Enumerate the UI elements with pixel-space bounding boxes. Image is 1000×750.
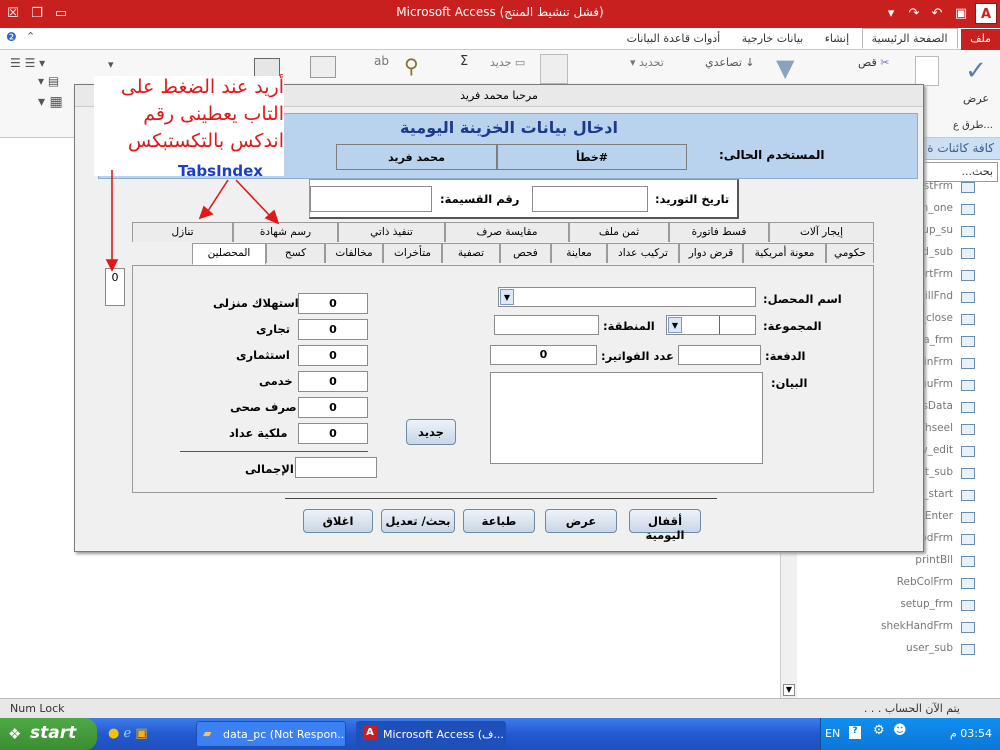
messenger-icon[interactable]: ☻ (893, 723, 907, 738)
folder-icon: ▰ (203, 727, 212, 740)
task-microsoft-access[interactable]: A Microsoft Access (ف... (356, 721, 506, 747)
task-data-pc[interactable]: ▰ data_pc (Not Respon... (196, 721, 346, 747)
taskbar: ❖ start ● ℯ ▣ ▰ data_pc (Not Respon... A… (0, 718, 1000, 750)
windows-logo-icon: ❖ (8, 725, 22, 743)
network-icon[interactable]: ⚙ (873, 723, 885, 738)
access-icon: A (363, 726, 377, 740)
start-button[interactable]: ❖ start (0, 718, 97, 750)
num-lock-status: Num Lock (10, 702, 65, 715)
ie-icon: ℯ (123, 726, 132, 741)
status-bar: Num Lock يتم الآن الحساب . . . (0, 698, 1000, 718)
arrow-to-waiver-tab (205, 179, 229, 215)
arrow-head-textbox (105, 259, 119, 272)
clock: 03:54 م (949, 727, 992, 740)
system-tray: EN ? ⚙ ☻ 03:54 م (820, 718, 1000, 750)
calculating-status: يتم الآن الحساب . . . (863, 702, 960, 715)
language-indicator[interactable]: EN (825, 727, 840, 740)
help-tray-icon[interactable]: ? (849, 726, 861, 739)
quick-launch-icons[interactable]: ● ℯ ▣ (108, 726, 148, 741)
chrome-icon: ● (108, 726, 120, 741)
arrow-to-certificate-tab (235, 179, 273, 219)
outlook-icon: ▣ (135, 726, 148, 741)
annotation-arrows (105, 170, 280, 272)
